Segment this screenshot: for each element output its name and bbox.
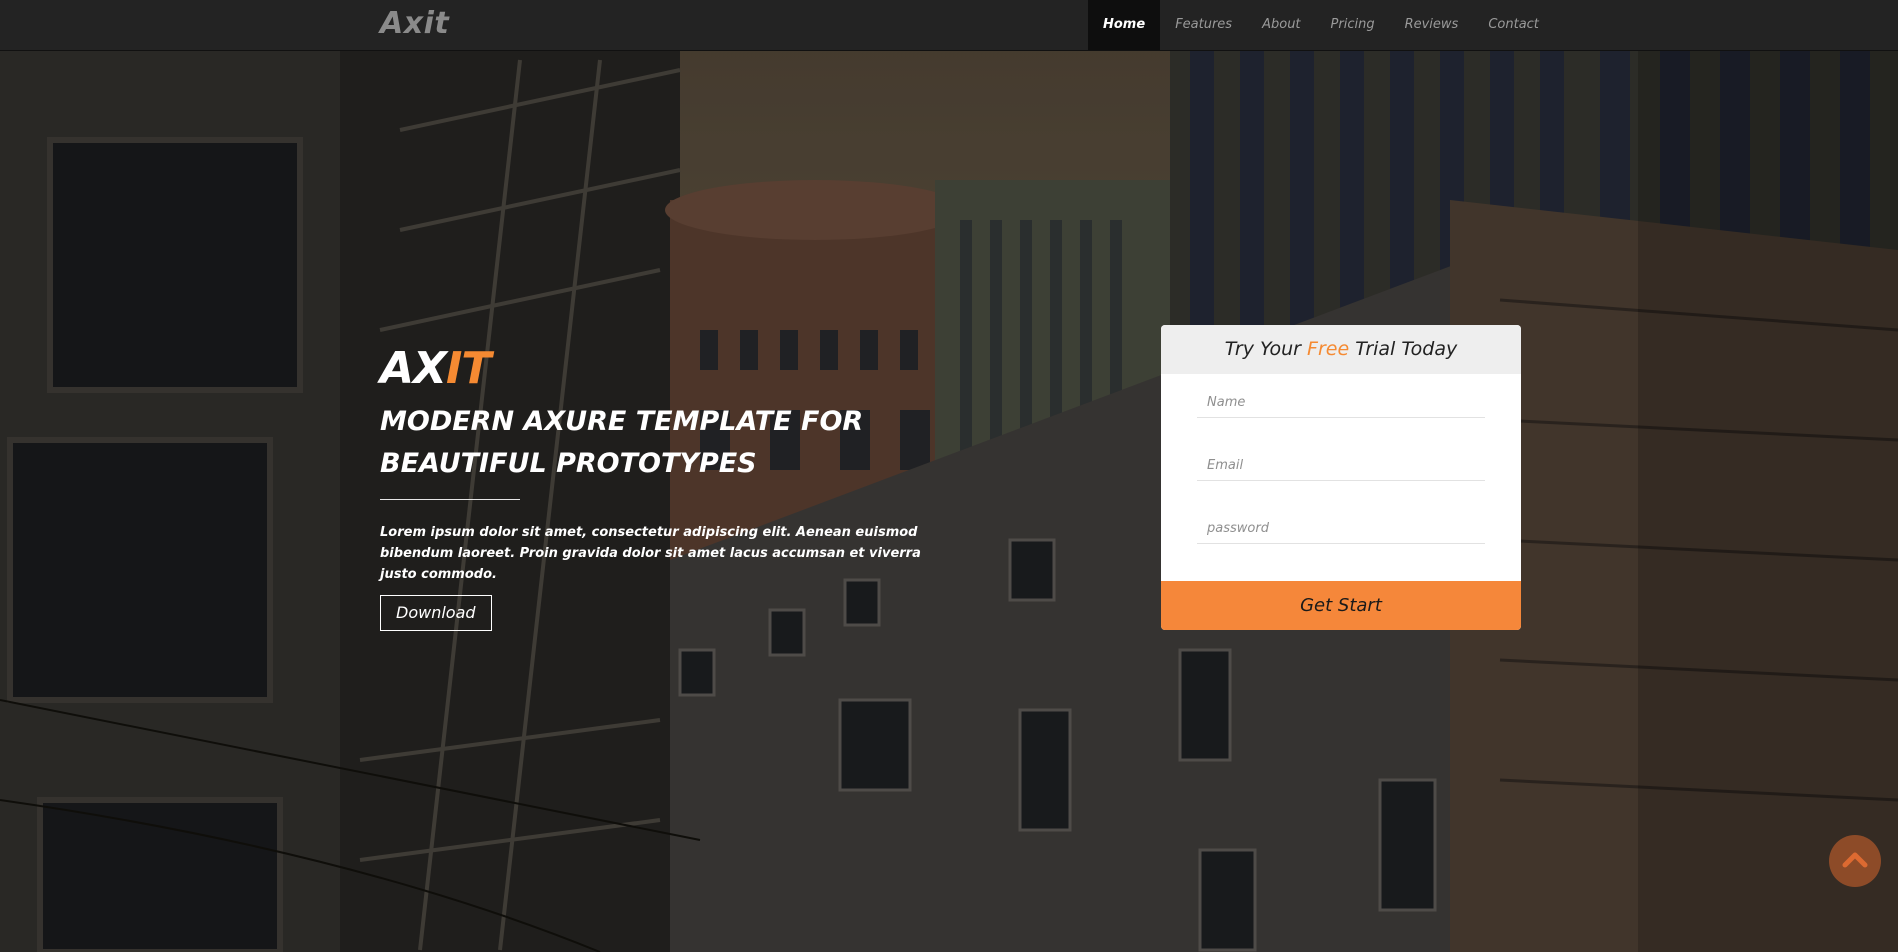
chevron-up-icon (1842, 852, 1868, 868)
trial-heading-post: Trial Today (1349, 338, 1458, 360)
trial-heading-pre: Try Your (1224, 338, 1308, 360)
trial-form-heading: Try Your Free Trial Today (1161, 325, 1521, 374)
nav-item-reviews[interactable]: Reviews (1390, 0, 1474, 50)
hero-logo-main: AX (380, 343, 447, 394)
nav-item-home[interactable]: Home (1088, 0, 1161, 50)
hero-description: Lorem ipsum dolor sit amet, consectetur … (380, 525, 921, 582)
right-edge-overlay (1638, 0, 1898, 952)
hero-logo-accent: IT (445, 343, 491, 394)
nav-item-pricing[interactable]: Pricing (1316, 0, 1390, 50)
trial-form-card: Try Your Free Trial Today Get Start (1161, 325, 1521, 630)
hero-section: AXIT MODERN AXURE TEMPLATE FOR BEAUTIFUL… (380, 345, 940, 631)
password-field[interactable] (1197, 514, 1485, 544)
nav-item-contact[interactable]: Contact (1473, 0, 1554, 50)
hero-logo: AXIT (380, 345, 940, 393)
background-dim-overlay (0, 0, 1898, 952)
back-to-top-button[interactable] (1829, 835, 1881, 887)
email-field[interactable] (1197, 451, 1485, 481)
top-navbar: Axit Home Features About Pricing Reviews… (0, 0, 1898, 51)
download-button[interactable]: Download (380, 595, 492, 631)
hero-divider (380, 499, 520, 500)
nav-item-features[interactable]: Features (1160, 0, 1247, 50)
nav-item-about[interactable]: About (1247, 0, 1315, 50)
name-field[interactable] (1197, 388, 1485, 418)
main-nav: Home Features About Pricing Reviews Cont… (1088, 0, 1554, 50)
brand-logo[interactable]: Axit (380, 6, 449, 41)
trial-heading-accent: Free (1307, 338, 1350, 360)
get-start-button[interactable]: Get Start (1161, 581, 1521, 630)
hero-title: MODERN AXURE TEMPLATE FOR BEAUTIFUL PROT… (380, 406, 864, 479)
